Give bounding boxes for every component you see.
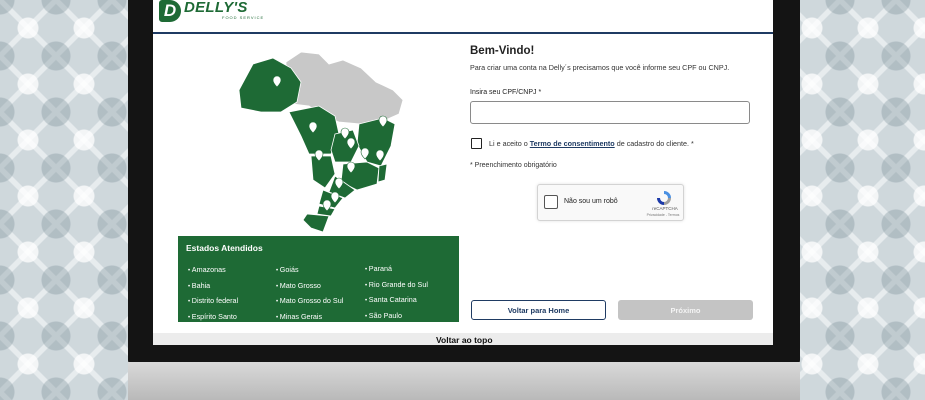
consent-terms-link[interactable]: Termo de consentimento xyxy=(530,139,615,148)
state-item: Paraná xyxy=(365,262,428,278)
state-item: Santa Catarina xyxy=(365,293,428,309)
required-note: * Preenchimento obrigatório xyxy=(470,162,557,169)
next-button[interactable]: Próximo xyxy=(618,300,753,320)
intro-text: Para criar uma conta na Delly´s precisam… xyxy=(470,63,730,72)
state-item: Minas Gerais xyxy=(276,310,343,326)
state-item: Amazonas xyxy=(188,263,238,279)
recaptcha-logo-icon xyxy=(657,191,671,205)
states-column-1: Amazonas Bahia Distrito federal Espírito… xyxy=(188,263,238,325)
state-item: São Paulo xyxy=(365,309,428,325)
map-state-bahia xyxy=(356,117,396,167)
back-to-top-link[interactable]: Voltar ao topo xyxy=(436,335,493,345)
state-item: Bahia xyxy=(188,279,238,295)
logo-d-icon: D xyxy=(159,0,181,22)
recaptcha-links[interactable]: Privacidade - Termos xyxy=(642,213,684,217)
consent-text: Li e aceito o Termo de consentimento de … xyxy=(489,139,694,148)
state-item: Goiás xyxy=(276,263,343,279)
browser-page: D DELLY'S FOOD SERVICE Estados Atendidos… xyxy=(153,0,773,345)
consent-checkbox[interactable] xyxy=(471,138,482,149)
logo-name: DELLY'S xyxy=(184,0,248,16)
recaptcha-widget: Não sou um robô reCAPTCHA Privacidade - … xyxy=(537,184,684,221)
back-to-home-button[interactable]: Voltar para Home xyxy=(471,300,606,320)
brand-logo[interactable]: D DELLY'S FOOD SERVICE xyxy=(159,0,264,24)
states-column-3: Paraná Rio Grande do Sul Santa Catarina … xyxy=(365,262,428,324)
states-served-panel: Estados Atendidos Amazonas Bahia Distrit… xyxy=(178,236,459,322)
recaptcha-brand: reCAPTCHA xyxy=(652,206,678,211)
brazil-map xyxy=(238,51,404,233)
logo-subtitle: FOOD SERVICE xyxy=(222,15,265,20)
state-item: Espírito Santo xyxy=(188,310,238,326)
recaptcha-checkbox[interactable] xyxy=(544,195,558,209)
states-served-title: Estados Atendidos xyxy=(186,243,263,253)
page-title: Bem-Vindo! xyxy=(470,45,535,57)
map-state-mato-grosso-do-sul xyxy=(310,155,336,189)
map-state-espirito-santo xyxy=(377,163,388,183)
cpf-field-label: Insira seu CPF/CNPJ * xyxy=(470,89,542,96)
states-column-2: Goiás Mato Grosso Mato Grosso do Sul Min… xyxy=(276,263,344,326)
site-header: D DELLY'S FOOD SERVICE xyxy=(153,0,773,34)
state-item: Distrito federal xyxy=(188,294,238,310)
state-item: Mato Grosso do Sul xyxy=(276,294,344,310)
state-item: Rio Grande do Sul xyxy=(365,278,428,294)
monitor-stand xyxy=(128,362,800,400)
recaptcha-label: Não sou um robô xyxy=(564,198,618,205)
state-item: Mato Grosso xyxy=(276,279,343,295)
map-state-rio-grande-do-sul xyxy=(302,213,330,233)
cpf-cnpj-input[interactable] xyxy=(470,101,750,124)
